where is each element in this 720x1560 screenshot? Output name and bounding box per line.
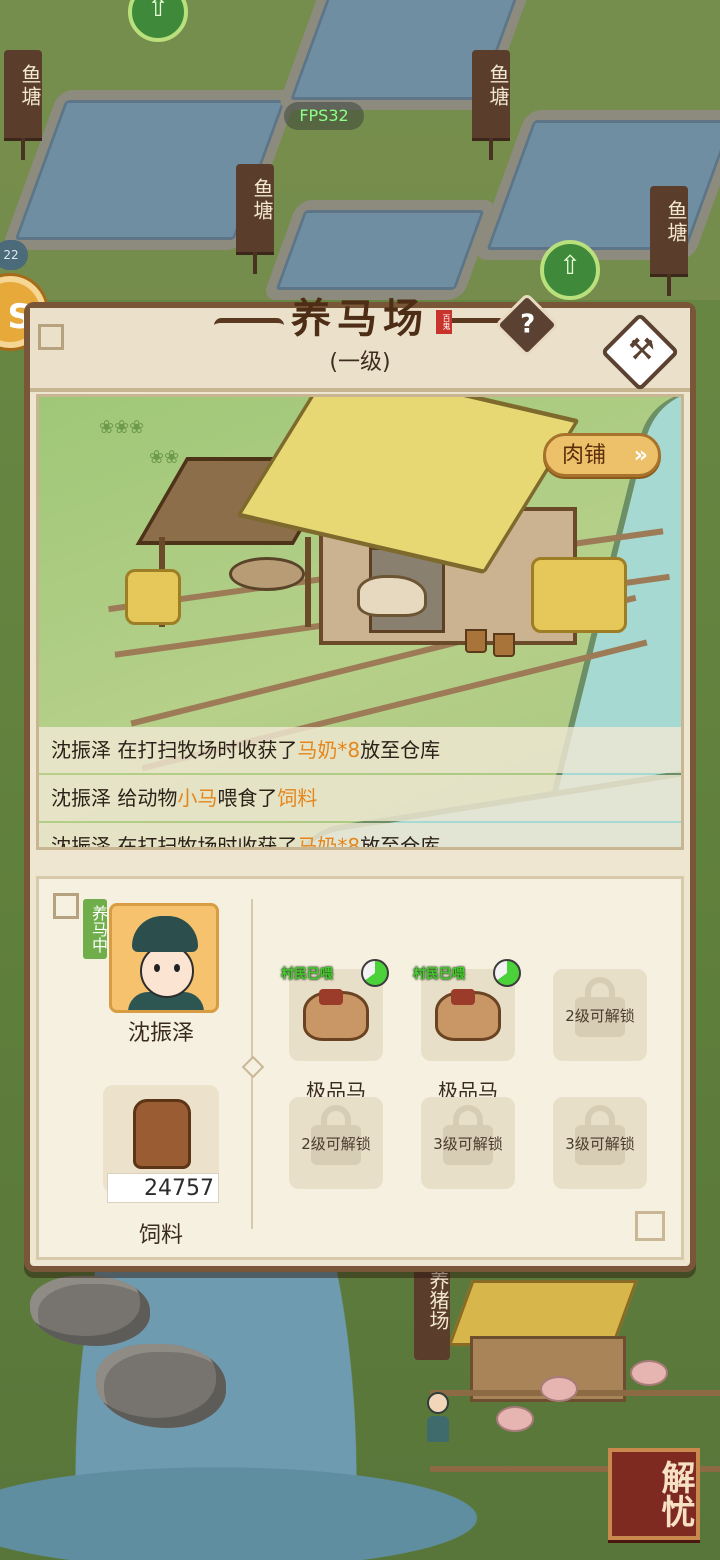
log-text: 放至仓库 <box>360 738 441 762</box>
unlock-requirement: 2级可解锁 <box>565 1007 635 1025</box>
jieyou-button[interactable]: 解忧 <box>608 1448 700 1540</box>
log-item: 小马 <box>177 786 218 810</box>
pig-icon <box>496 1406 534 1432</box>
divider-ornament <box>241 1055 265 1079</box>
unlock-requirement: 2级可解锁 <box>301 1135 371 1153</box>
log-actor: 沈振泽 <box>51 786 111 810</box>
pond-sign[interactable]: 鱼塘 <box>650 186 688 274</box>
locked-slot[interactable]: 2级可解锁 <box>289 1097 383 1189</box>
feed-count: 24757 <box>107 1173 219 1203</box>
bucket-icon <box>465 629 487 653</box>
log-text: 放至仓库 <box>360 834 441 850</box>
pig-farm[interactable] <box>430 1270 720 1472</box>
hay-bale <box>531 557 627 633</box>
horse-slot[interactable]: 村民已喂 <box>413 959 521 1061</box>
saddle-icon <box>319 989 343 1005</box>
locked-slot[interactable]: 3级可解锁 <box>553 1097 647 1189</box>
log-text: 给动物 <box>111 786 178 810</box>
grass-decoration: ❀❀❀ <box>99 417 145 438</box>
progress-pie-icon <box>361 959 389 987</box>
fed-status: 村民已喂 <box>413 967 466 982</box>
seal-stamp: 百鬼 <box>436 310 452 334</box>
fed-status: 村民已喂 <box>281 967 334 982</box>
rock-decoration <box>30 1276 150 1346</box>
log-text: 在打扫牧场时收获了 <box>111 738 298 762</box>
feed-label: 饲料 <box>138 1223 183 1248</box>
management-area: 养马中 沈振泽 24757 饲料 村民已喂 极品马 村民已喂 极品马 2级可解锁… <box>36 876 684 1260</box>
pond-sign-label: 鱼塘 <box>250 178 274 222</box>
unlock-requirement: 3级可解锁 <box>565 1135 635 1153</box>
portrait-face <box>140 944 194 998</box>
rock-decoration <box>96 1344 226 1428</box>
worker-name: 沈振泽 <box>127 1021 194 1046</box>
log-item: 马奶*8 <box>297 738 361 762</box>
pond-sign-label: 鱼塘 <box>664 200 688 244</box>
pond-sign[interactable]: 鱼塘 <box>472 50 510 138</box>
hay-bale <box>125 569 181 625</box>
villager-body <box>427 1416 449 1442</box>
pond-sign[interactable]: 鱼塘 <box>236 164 274 252</box>
title-swirl-left <box>214 318 284 333</box>
log-text: 喂食了 <box>217 786 278 810</box>
unlock-requirement: 3级可解锁 <box>433 1135 503 1153</box>
horse-farm-panel: (一级) 养马场 百鬼 ? ⚒ ❀❀❀ ❀❀ 肉铺 » 沈振泽 在打扫牧场时收获… <box>24 292 696 1272</box>
fps-counter: FPS32 <box>284 102 364 130</box>
horse-farm-scene: ❀❀❀ ❀❀ 肉铺 » 沈振泽 在打扫牧场时收获了马奶*8放至仓库 沈振泽 给动… <box>36 394 684 850</box>
portrait-eye <box>154 964 160 972</box>
meat-shop-label: 肉铺 <box>562 443 607 468</box>
villager-character[interactable] <box>426 1392 450 1442</box>
corner-ornament <box>53 893 79 919</box>
pig-icon <box>630 1360 668 1386</box>
pond-sign[interactable]: 鱼塘 <box>4 50 42 138</box>
log-item: 饲料 <box>277 786 318 810</box>
grass-decoration: ❀❀ <box>149 447 180 468</box>
portrait-hat <box>132 916 198 952</box>
activity-log-line: 沈振泽 在打扫牧场时收获了马奶*8放至仓库 <box>39 727 681 773</box>
corner-ornament <box>635 1211 665 1241</box>
villager-head <box>427 1392 449 1414</box>
upgrade-marker-icon[interactable]: ⇧ <box>540 240 600 300</box>
help-icon: ? <box>520 309 536 340</box>
locked-slot[interactable]: 3级可解锁 <box>421 1097 515 1189</box>
hammer-icon: ⚒ <box>627 332 655 368</box>
pond-sign-label: 鱼塘 <box>486 64 510 108</box>
pig-icon <box>540 1376 578 1402</box>
log-actor: 沈振泽 <box>51 834 111 850</box>
feed-bag-icon <box>133 1099 191 1169</box>
portrait-eye <box>174 964 180 972</box>
meat-shop-button[interactable]: 肉铺 » <box>543 433 661 477</box>
log-actor: 沈振泽 <box>51 738 111 762</box>
log-text: 在打扫牧场时收获了 <box>111 834 298 850</box>
horse-slot[interactable]: 村民已喂 <box>281 959 389 1061</box>
working-status-tag: 养马中 <box>83 899 108 959</box>
activity-log-line: 沈振泽 在打扫牧场时收获了马奶*8放至仓库 <box>39 823 681 850</box>
title-banner: 养马场 <box>214 284 506 354</box>
pond-sign-label: 鱼塘 <box>18 64 42 108</box>
pig-farm-sign[interactable]: 养猪场 <box>414 1262 450 1360</box>
bucket-icon <box>493 633 515 657</box>
worker-portrait[interactable] <box>109 903 219 1013</box>
standing-horse[interactable] <box>357 575 427 617</box>
pig-farm-sign-label: 养猪场 <box>426 1270 450 1330</box>
progress-pie-icon <box>493 959 521 987</box>
locked-slot[interactable]: 2级可解锁 <box>553 969 647 1061</box>
activity-log-line: 沈振泽 给动物小马喂食了饲料 <box>39 775 681 821</box>
saddle-icon <box>451 989 475 1005</box>
double-chevron-icon: » <box>633 443 648 468</box>
log-item: 马奶*8 <box>297 834 361 850</box>
lying-horse[interactable] <box>229 557 305 591</box>
